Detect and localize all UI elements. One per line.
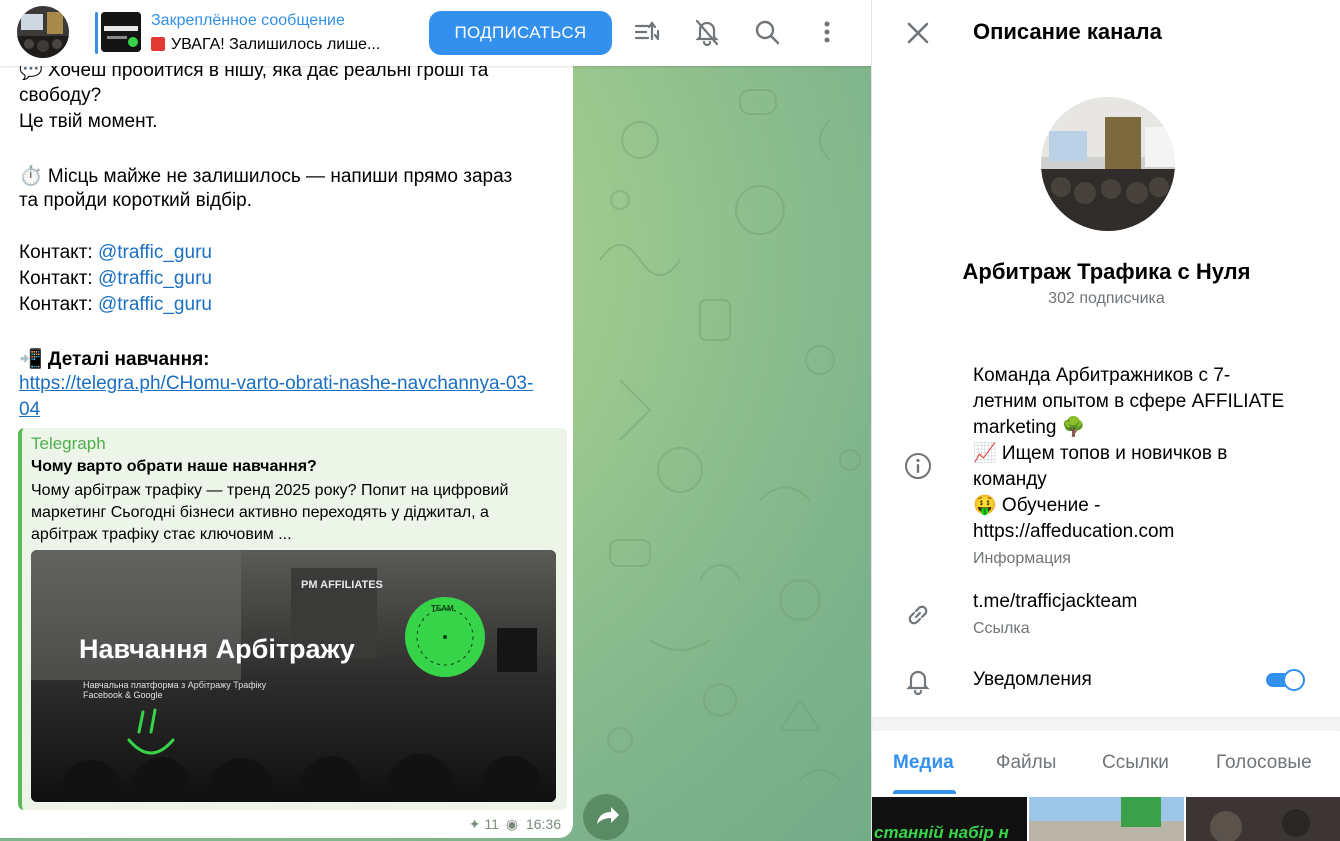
preview-image-heading: Навчання Арбітражу — [79, 634, 355, 664]
subscriber-count: 302 подписчика — [1048, 290, 1165, 307]
contact-link[interactable]: @traffic_guru — [98, 268, 212, 289]
info-label: Информация — [973, 550, 1071, 567]
tab-voice[interactable]: Голосовые — [1216, 752, 1312, 774]
preview-site-name: Telegraph — [31, 434, 106, 453]
more-options-icon[interactable] — [813, 18, 841, 46]
preview-image-subtitle: Навчальна платформа з Арбітражу Трафіку — [83, 680, 267, 690]
message-text-line: та пройди короткий відбір. — [19, 190, 253, 211]
preview-title: Чому варто обрати наше навчання? — [31, 458, 317, 475]
contact-line: Контакт: @traffic_guru — [19, 242, 212, 263]
message-bubble[interactable]: 💬 Хочеш пробитися в нішу, яка дає реальн… — [0, 40, 573, 838]
section-divider — [872, 717, 1340, 731]
video-chat-icon[interactable] — [633, 18, 661, 46]
pinned-indicator-bar — [95, 12, 98, 54]
pinned-message-title[interactable]: Закреплённое сообщение — [151, 12, 345, 30]
pinned-message-text[interactable]: УВАГА! Залишилось лише... — [151, 36, 380, 54]
views-eye-icon: ◉ — [505, 816, 519, 832]
details-url-link-continued[interactable]: 04 — [19, 399, 40, 421]
channel-description[interactable]: Команда Арбитражников с 7- летним опытом… — [973, 363, 1318, 545]
channel-name: Арбитраж Трафика с Нуля — [962, 259, 1251, 284]
details-heading: 📲 Деталі навчання: — [19, 349, 210, 370]
chat-area: Закреплённое сообщение УВАГА! Залишилось… — [0, 0, 871, 841]
tab-files[interactable]: Файлы — [996, 752, 1056, 774]
preview-image-banner: PM AFFILIATES — [301, 579, 383, 591]
subscribe-button[interactable]: ПОДПИСАТЬСЯ — [429, 11, 612, 55]
active-tab-indicator — [893, 790, 956, 794]
team-badge-text: TEAM — [431, 604, 454, 613]
media-thumbnail[interactable] — [1186, 797, 1340, 841]
tab-links[interactable]: Ссылки — [1102, 752, 1169, 774]
info-icon — [905, 453, 931, 479]
notifications-label: Уведомления — [973, 669, 1092, 690]
search-icon[interactable] — [753, 18, 781, 46]
pin-count: 11 — [484, 816, 499, 832]
notifications-bell-icon — [906, 670, 930, 695]
channel-link[interactable]: t.me/trafficjackteam — [973, 591, 1137, 613]
alarm-icon — [151, 37, 165, 51]
link-label: Ссылка — [973, 620, 1030, 637]
preview-image[interactable]: PM AFFILIATES Навчання Арбітражу Навчаль… — [31, 550, 556, 802]
media-thumbnail-text: станній набір н — [874, 823, 1009, 841]
preview-image-subtitle: Facebook & Google — [83, 690, 163, 700]
link-preview-card[interactable]: Telegraph Чому варто обрати наше навчанн… — [18, 428, 567, 810]
media-thumbnail[interactable]: станній набір н — [872, 797, 1027, 841]
details-url-link[interactable]: https://telegra.ph/CHomu-varto-obrati-na… — [19, 373, 533, 395]
message-text-line: ⏱️ Місць майже не залишилось — напиши пр… — [19, 166, 513, 187]
panel-title: Описание канала — [973, 19, 1162, 44]
media-thumbnail[interactable] — [1029, 797, 1184, 841]
channel-info-panel: Описание канала Арбитраж Трафика с Нуля … — [871, 0, 1340, 841]
notifications-toggle[interactable] — [1265, 668, 1307, 692]
message-meta: ✦ 11 ◉ 16:36 — [469, 816, 561, 833]
message-time: 16:36 — [525, 816, 561, 832]
pinned-message-thumbnail[interactable] — [101, 12, 141, 52]
contact-link[interactable]: @traffic_guru — [98, 242, 212, 263]
link-icon — [908, 605, 928, 625]
chat-header: Закреплённое сообщение УВАГА! Залишилось… — [0, 0, 871, 66]
contact-link[interactable]: @traffic_guru — [98, 294, 212, 315]
tab-media[interactable]: Медиа — [893, 752, 954, 774]
contact-line: Контакт: @traffic_guru — [19, 294, 212, 315]
forward-button[interactable] — [583, 794, 629, 840]
pin-icon: ✦ — [468, 816, 481, 832]
preview-description: Чому арбітраж трафіку — тренд 2025 року?… — [31, 482, 509, 543]
channel-profile-photo[interactable] — [1041, 97, 1175, 231]
pinned-message-preview: УВАГА! Залишилось лише... — [171, 36, 381, 53]
channel-avatar[interactable] — [17, 6, 69, 58]
mute-bell-icon[interactable] — [693, 18, 721, 46]
message-text-line: Це твій момент. — [19, 111, 158, 132]
message-text-line: свободу? — [19, 85, 102, 106]
share-arrow-icon — [597, 807, 619, 824]
close-icon[interactable] — [905, 20, 931, 46]
contact-line: Контакт: @traffic_guru — [19, 268, 212, 289]
